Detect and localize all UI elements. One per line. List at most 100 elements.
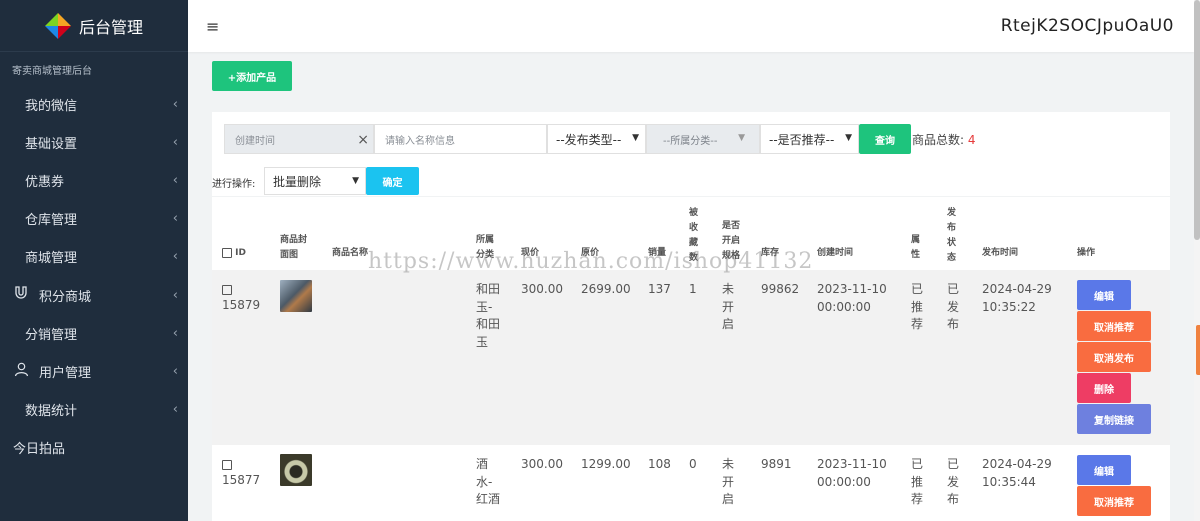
cancel-publish-button[interactable]: 取消发布 (1077, 342, 1151, 372)
total-count: 商品总数: 4 (912, 131, 976, 148)
date-range-input[interactable]: 创建时间 × (224, 124, 374, 154)
clear-icon[interactable]: × (357, 132, 369, 148)
category-select[interactable]: --所属分类-- ▼ (646, 124, 760, 154)
chevron-left-icon: ‹ (172, 172, 178, 188)
magnet-icon (13, 286, 29, 304)
th-status: 发 布 状 态 (947, 208, 957, 263)
sidebar: 后台管理 寄卖商城管理后台 我的微信 ‹ 基础设置 ‹ 优惠券 ‹ 仓库管理 ‹… (0, 0, 188, 521)
edit-button[interactable]: 编辑 (1077, 455, 1131, 485)
add-product-button[interactable]: +添加产品 (212, 61, 292, 91)
table-row: 15879 和田 玉- 和田 玉 300.00 2699.00 137 1 未 … (212, 270, 1170, 445)
batch-operation-value: 批量删除 (273, 174, 322, 189)
sidebar-item-label: 积分商城 (39, 289, 92, 305)
sidebar-item-users[interactable]: 用户管理 ‹ (0, 352, 188, 390)
cell-sales: 108 (648, 457, 671, 471)
total-value: 4 (967, 133, 976, 147)
logo-icon (44, 12, 71, 39)
sidebar-item-today-lots[interactable]: 今日拍品 (0, 429, 188, 467)
cell-price: 300.00 (521, 457, 563, 471)
chevron-left-icon: ‹ (172, 363, 178, 379)
sidebar-item-label: 分销管理 (25, 327, 78, 343)
query-button[interactable]: 查询 (859, 124, 911, 154)
sidebar-item-distribution[interactable]: 分销管理 ‹ (0, 314, 188, 352)
cancel-recommend-button[interactable]: 取消推荐 (1077, 486, 1151, 516)
th-category: 所属 分类 (476, 235, 495, 260)
cell-created: 2023-11-10 00:00:00 (817, 457, 887, 489)
sidebar-item-label: 数据统计 (25, 404, 78, 420)
scrollbar-thumb[interactable] (1194, 0, 1200, 240)
cell-stock: 9891 (761, 457, 792, 471)
batch-operation-select[interactable]: 批量删除 ▼ (264, 167, 366, 195)
product-thumbnail[interactable] (280, 454, 312, 486)
sidebar-item-coupons[interactable]: 优惠券 ‹ (0, 161, 188, 199)
chevron-left-icon: ‹ (172, 325, 178, 341)
cell-collected: 0 (689, 457, 697, 471)
chevron-left-icon: ‹ (172, 249, 178, 265)
sidebar-item-mall[interactable]: 商城管理 ‹ (0, 238, 188, 276)
select-all-checkbox[interactable]: ID (222, 246, 246, 261)
edit-button[interactable]: 编辑 (1077, 280, 1131, 310)
table-header: ID 商品封 面图 商品名称 所属 分类 现价 原价 销量 被 收 藏 数 是否… (212, 197, 1170, 270)
name-search-input[interactable]: 请输入名称信息 (374, 124, 547, 154)
th-spec: 是否 开启 规格 (722, 221, 741, 261)
checkbox-icon[interactable] (222, 284, 232, 295)
confirm-button[interactable]: 确定 (366, 167, 419, 195)
th-stock: 库存 (761, 248, 780, 258)
cell-attr: 已 推 荐 (911, 282, 924, 331)
sidebar-item-points-mall[interactable]: 积分商城 ‹ (0, 276, 188, 314)
copy-link-button[interactable]: 复制链接 (1077, 404, 1151, 434)
cell-status: 已 发 布 (947, 457, 960, 506)
th-name: 商品名称 (332, 248, 369, 258)
brand[interactable]: 后台管理 (0, 0, 188, 52)
cell-orig-price: 2699.00 (581, 282, 631, 296)
row-checkbox[interactable] (222, 456, 232, 474)
menu-toggle-icon[interactable]: ≡ (206, 17, 219, 36)
date-placeholder: 创建时间 (235, 135, 275, 147)
table-row: 15877 酒 水- 红酒 300.00 1299.00 108 0 未 开 启… (212, 445, 1170, 521)
user-name[interactable]: RtejK2SOCJpuOaU0 (1001, 16, 1174, 36)
brand-subtitle: 寄卖商城管理后台 (12, 66, 92, 77)
sidebar-item-label: 基础设置 (25, 136, 78, 152)
sidebar-item-warehouse[interactable]: 仓库管理 ‹ (0, 200, 188, 238)
delete-button[interactable]: 删除 (1077, 373, 1131, 403)
sidebar-item-basic-settings[interactable]: 基础设置 ‹ (0, 123, 188, 161)
sidebar-item-statistics[interactable]: 数据统计 ‹ (0, 391, 188, 429)
sidebar-item-label: 我的微信 (25, 98, 78, 114)
th-orig-price: 原价 (581, 248, 600, 258)
cell-id: 15877 (222, 473, 261, 487)
publish-type-select[interactable]: --发布类型-- ▼ (547, 124, 646, 154)
checkbox-icon[interactable] (222, 247, 232, 258)
cell-spec: 未 开 启 (722, 282, 735, 331)
side-float-tab[interactable] (1196, 325, 1200, 375)
th-cover: 商品封 面图 (280, 235, 308, 260)
sidebar-item-label: 商城管理 (25, 251, 78, 267)
th-id: ID (235, 248, 246, 258)
chevron-down-icon: ▼ (738, 133, 745, 143)
sidebar-item-label: 仓库管理 (25, 213, 78, 229)
topbar: ≡ RtejK2SOCJpuOaU0 (188, 0, 1194, 52)
cell-status: 已 发 布 (947, 282, 960, 331)
row-checkbox[interactable] (222, 281, 232, 299)
user-icon (13, 362, 29, 381)
th-price: 现价 (521, 248, 540, 258)
chevron-down-icon: ▼ (845, 133, 852, 143)
cell-orig-price: 1299.00 (581, 457, 631, 471)
chevron-down-icon: ▼ (632, 133, 639, 143)
cell-collected: 1 (689, 282, 697, 296)
th-actions: 操作 (1077, 248, 1096, 258)
sidebar-item-label: 今日拍品 (13, 442, 66, 458)
th-published: 发布时间 (982, 248, 1019, 258)
page-scrollbar[interactable] (1194, 0, 1200, 521)
category-value: --所属分类-- (663, 135, 718, 147)
checkbox-icon[interactable] (222, 459, 232, 470)
cell-price: 300.00 (521, 282, 563, 296)
th-sales: 销量 (648, 248, 667, 258)
sidebar-item-wechat[interactable]: 我的微信 ‹ (0, 85, 188, 123)
product-thumbnail[interactable] (280, 280, 312, 312)
brand-title: 后台管理 (78, 17, 143, 37)
cell-category: 和田 玉- 和田 玉 (476, 282, 501, 349)
total-label: 商品总数: (912, 133, 965, 147)
cell-id: 15879 (222, 298, 261, 312)
recommend-select[interactable]: --是否推荐-- ▼ (760, 124, 859, 154)
cancel-recommend-button[interactable]: 取消推荐 (1077, 311, 1151, 341)
